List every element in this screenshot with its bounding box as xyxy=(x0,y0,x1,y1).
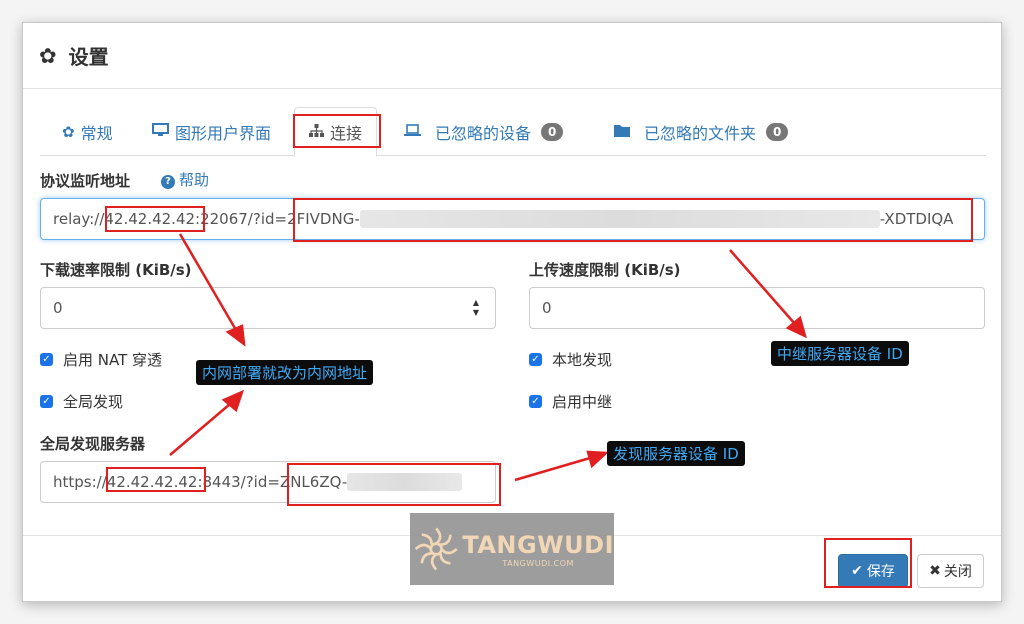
monitor-icon xyxy=(152,122,169,141)
number-spinner-icon[interactable]: ▲ ▼ xyxy=(471,298,481,318)
nat-traversal-checkbox[interactable]: ✓ 启用 NAT 穿透 xyxy=(40,349,162,370)
watermark: TANGWUDI TANGWUDI.COM xyxy=(410,513,614,585)
laptop-icon xyxy=(404,123,421,141)
check-icon: ✓ xyxy=(529,395,542,408)
callout-discovery-id: 发现服务器设备 ID xyxy=(607,441,745,466)
global-discovery-checkbox[interactable]: ✓ 全局发现 xyxy=(40,391,123,412)
callout-intranet: 内网部署就改为内网地址 xyxy=(196,360,374,385)
enable-relay-checkbox[interactable]: ✓ 启用中继 xyxy=(529,391,612,412)
folder-icon xyxy=(614,123,630,141)
callout-relay-id: 中继服务器设备 ID xyxy=(771,341,909,366)
modal-header: ✿ 设置 xyxy=(23,23,1001,89)
global-discovery-server-label: 全局发现服务器 xyxy=(40,435,146,453)
help-link[interactable]: ? 帮助 xyxy=(161,169,209,190)
gear-icon: ✿ xyxy=(62,122,75,141)
watermark-logo-icon xyxy=(414,527,458,571)
download-rate-label: 下载速率限制 (KiB/s) xyxy=(40,261,192,279)
watermark-text: TANGWUDI xyxy=(462,530,614,559)
question-circle-icon: ? xyxy=(161,175,175,189)
highlight-connections-tab xyxy=(293,114,381,148)
ignored-devices-count-badge: 0 xyxy=(541,122,564,141)
protocol-listen-label: 协议监听地址 xyxy=(40,172,131,190)
tab-bar: ✿ 常规 图形用户界面 连接 已忽略的设备 0 已忽略的文件夹 0 xyxy=(40,107,986,157)
close-button[interactable]: ✖ 关闭 xyxy=(917,554,984,588)
local-discovery-checkbox[interactable]: ✓ 本地发现 xyxy=(529,349,612,370)
close-icon: ✖ xyxy=(929,563,941,579)
tab-ignored-devices[interactable]: 已忽略的设备 0 xyxy=(404,107,564,156)
highlight-save-button xyxy=(824,538,912,588)
highlight-relay-id xyxy=(293,198,973,242)
highlight-relay-ip xyxy=(105,206,205,232)
gear-icon: ✿ xyxy=(39,43,57,68)
upload-rate-label: 上传速度限制 (KiB/s) xyxy=(529,261,681,279)
check-icon: ✓ xyxy=(40,395,53,408)
check-icon: ✓ xyxy=(529,353,542,366)
ignored-folders-count-badge: 0 xyxy=(766,122,789,141)
upload-rate-input[interactable]: 0 xyxy=(529,287,985,329)
highlight-discovery-ip xyxy=(106,467,206,492)
tab-ignored-folders[interactable]: 已忽略的文件夹 0 xyxy=(614,107,789,156)
watermark-url: TANGWUDI.COM xyxy=(502,558,574,568)
tab-gui[interactable]: 图形用户界面 xyxy=(152,107,271,156)
check-icon: ✓ xyxy=(40,353,53,366)
modal-title: 设置 xyxy=(68,45,109,69)
tab-general[interactable]: ✿ 常规 xyxy=(62,107,113,156)
highlight-discovery-id xyxy=(287,463,501,506)
download-rate-input[interactable]: 0 ▲ ▼ xyxy=(40,287,496,329)
